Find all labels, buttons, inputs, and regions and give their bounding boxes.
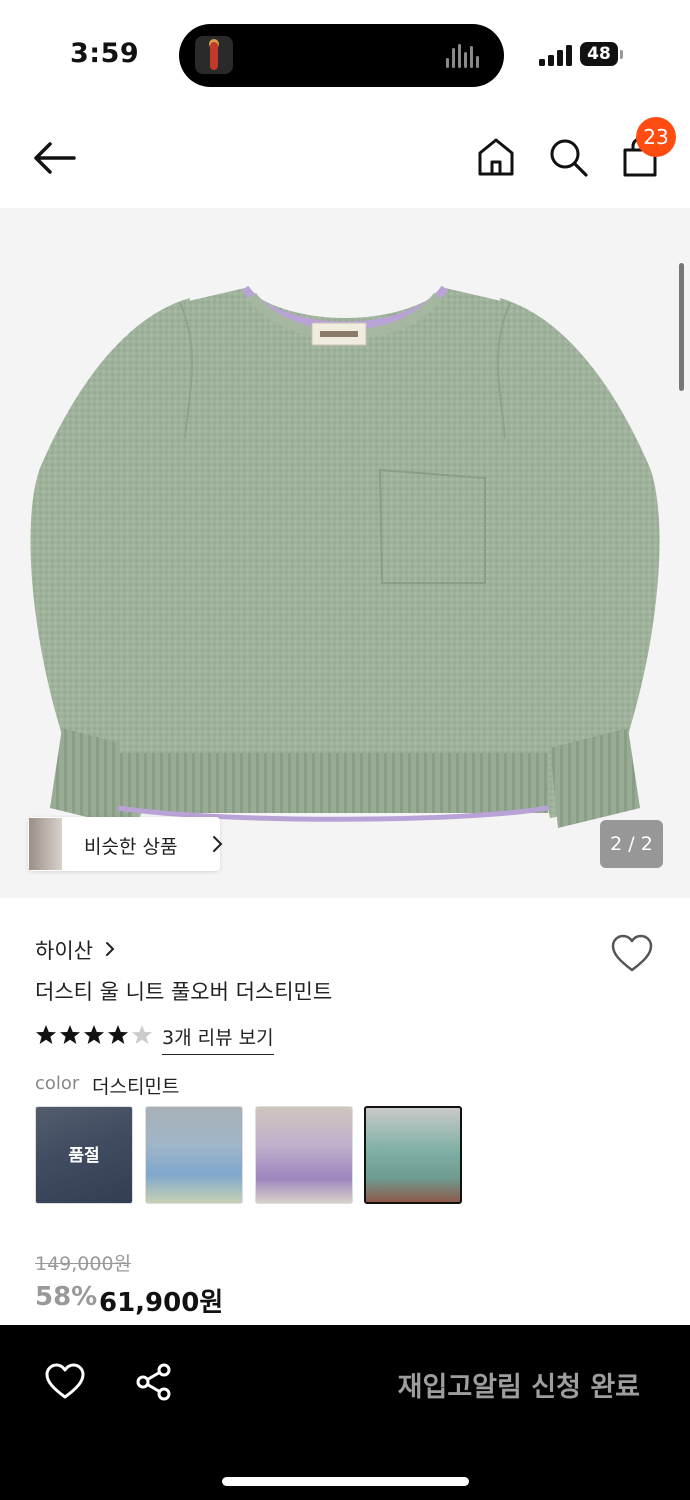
now-playing-thumbnail — [195, 36, 233, 74]
heart-icon[interactable] — [44, 1362, 86, 1402]
image-page-indicator: 2 / 2 — [600, 820, 663, 868]
star-icon — [36, 1025, 56, 1044]
bottom-action-bar: 재입고알림 신청 완료 — [0, 1325, 690, 1500]
similar-products-button[interactable]: 비슷한 상품 — [28, 817, 223, 871]
share-icon[interactable] — [134, 1362, 174, 1402]
top-nav: 23 — [0, 110, 690, 208]
star-icon — [84, 1025, 104, 1044]
review-link[interactable]: 3개 리뷰 보기 — [162, 1023, 274, 1055]
cellular-signal-icon — [539, 44, 573, 66]
star-icon — [132, 1025, 152, 1044]
discount-rate: 58% — [35, 1282, 98, 1312]
soldout-label: 품절 — [68, 1146, 100, 1166]
home-icon[interactable] — [474, 135, 518, 179]
home-indicator — [222, 1477, 469, 1486]
brand-link[interactable]: 하이산 — [35, 935, 93, 965]
audio-waveform-icon — [446, 44, 482, 68]
product-image-gallery[interactable]: 비슷한 상품 2 / 2 — [0, 208, 690, 898]
color-label: color — [35, 1073, 80, 1094]
color-swatch[interactable]: 품절 — [35, 1106, 133, 1204]
dynamic-island — [179, 24, 504, 87]
wishlist-heart-icon[interactable] — [610, 933, 654, 975]
search-icon[interactable] — [546, 135, 590, 179]
color-swatch[interactable] — [255, 1106, 353, 1204]
product-name: 더스티 울 니트 풀오버 더스티민트 — [35, 980, 333, 1004]
status-bar: 3:59 48 — [0, 0, 690, 110]
status-time: 3:59 — [70, 38, 140, 69]
similar-products-label: 비슷한 상품 — [84, 836, 178, 858]
sale-price: 61,900원 — [99, 1288, 224, 1318]
star-icon — [108, 1025, 128, 1044]
color-swatch[interactable] — [145, 1106, 243, 1204]
chevron-right-icon[interactable] — [104, 939, 116, 959]
rating-stars — [36, 1025, 152, 1044]
arrow-left-icon[interactable] — [30, 138, 78, 178]
restock-alert-button[interactable]: 재입고알림 신청 완료 — [350, 1365, 640, 1405]
color-swatch-selected[interactable] — [364, 1106, 462, 1204]
chevron-right-icon — [213, 836, 223, 852]
cart-count-badge: 23 — [636, 117, 676, 157]
color-value: 더스티민트 — [92, 1076, 180, 1098]
original-price: 149,000원 — [35, 1253, 132, 1275]
product-image — [30, 285, 660, 828]
battery-icon: 48 — [580, 42, 618, 66]
star-icon — [60, 1025, 80, 1044]
scroll-indicator — [679, 263, 684, 391]
similar-product-thumbnail — [29, 818, 62, 870]
